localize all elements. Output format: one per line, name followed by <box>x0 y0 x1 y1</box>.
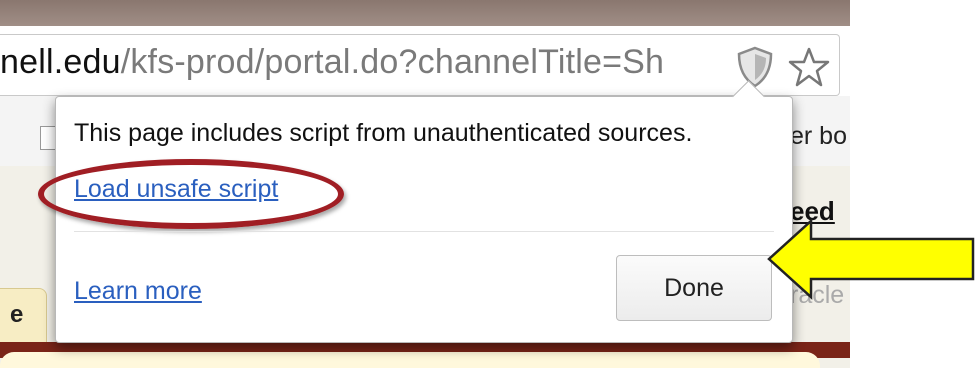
url-host: nell.edu <box>0 43 121 81</box>
bubble-message: This page includes script from unauthent… <box>74 119 693 147</box>
bubble-divider <box>74 231 774 232</box>
url-text[interactable]: nell.edu/kfs-prod/portal.do?channelTitle… <box>0 43 722 82</box>
window-top-bar <box>0 0 850 26</box>
insecure-content-bubble: This page includes script from unauthent… <box>38 80 793 343</box>
pointer-arrow-icon <box>767 218 975 300</box>
shield-icon[interactable] <box>735 46 775 88</box>
content-panel <box>0 352 820 368</box>
url-path: /kfs-prod/portal.do?channelTitle=Sh <box>120 43 665 81</box>
address-bar[interactable]: nell.edu/kfs-prod/portal.do?channelTitle… <box>0 34 840 96</box>
load-unsafe-script-link[interactable]: Load unsafe script <box>74 175 278 204</box>
bookmark-folder-icon[interactable] <box>40 126 56 150</box>
star-icon[interactable] <box>787 45 831 89</box>
bookmarks-partial-text[interactable]: er bo <box>790 122 847 151</box>
browser-screenshot: nell.edu/kfs-prod/portal.do?channelTitle… <box>0 0 850 368</box>
page-tab-label: e <box>10 301 24 328</box>
learn-more-link[interactable]: Learn more <box>74 277 202 306</box>
done-button[interactable]: Done <box>616 255 772 321</box>
page-tab[interactable]: e <box>0 288 47 344</box>
